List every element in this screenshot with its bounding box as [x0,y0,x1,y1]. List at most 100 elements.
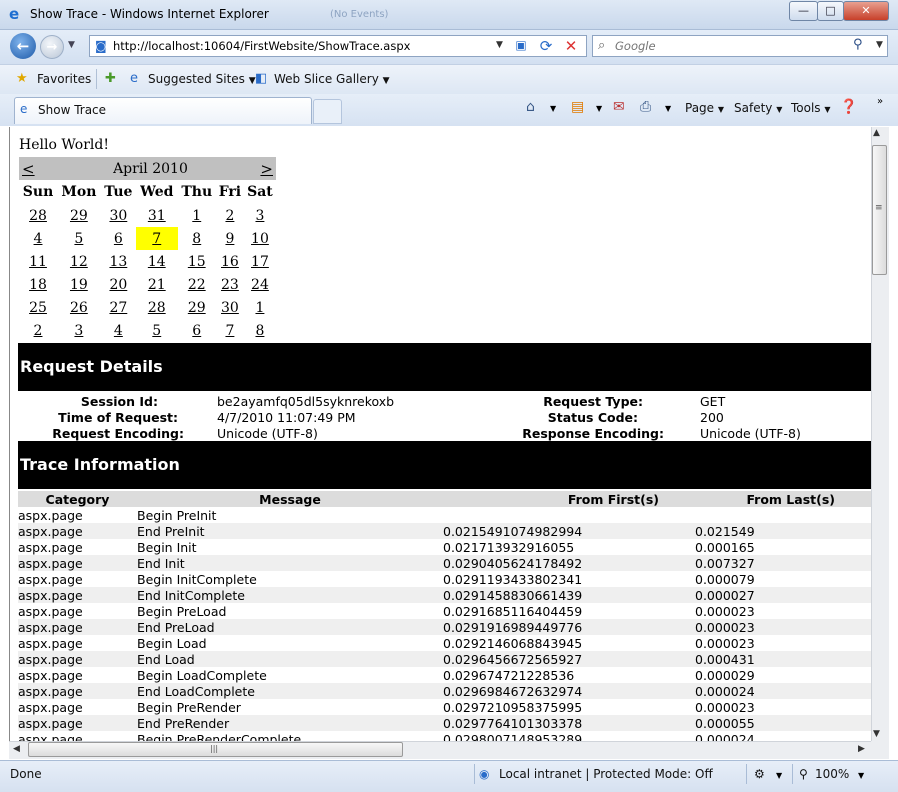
trace-from-last: 0.000055 [695,715,871,731]
safety-menu[interactable]: Safety ▼ [734,101,782,115]
tools-menu[interactable]: Tools ▼ [791,101,831,115]
page-menu[interactable]: Page ▼ [685,101,724,115]
scroll-left-icon[interactable]: ◀ [13,744,20,754]
calendar-day[interactable]: 23 [216,273,244,296]
next-month-link[interactable]: > [243,157,276,180]
trace-message: Begin PreRenderComplete [137,731,302,742]
calendar-day[interactable]: 29 [57,204,101,227]
zoom-level[interactable]: 100% [815,767,849,781]
trace-category: aspx.page [18,507,83,523]
prev-month-link[interactable]: < [19,157,58,180]
scroll-down-icon[interactable]: ▼ [873,729,880,739]
calendar-day[interactable]: 7 [216,319,244,342]
refresh-icon[interactable]: ⟳ [537,37,555,55]
trace-from-last: 0.000029 [695,667,755,683]
calendar-day[interactable]: 28 [19,204,57,227]
calendar-day[interactable]: 30 [216,296,244,319]
trace-from-first: 0.0297764101303378 [443,715,695,731]
new-tab-button[interactable] [313,99,342,124]
feeds-icon[interactable]: ▤ [571,99,584,115]
calendar-day[interactable]: 26 [57,296,101,319]
stop-icon[interactable]: ✕ [562,37,580,55]
trace-from-last: 0.000024 [695,731,755,742]
add-favorite-icon[interactable]: ✚ [105,71,116,86]
calendar-day[interactable]: 6 [178,319,216,342]
calendar-day-selected[interactable]: 7 [135,227,178,250]
calendar-day[interactable]: 2 [19,319,57,342]
print-icon[interactable]: ⎙ [640,99,651,115]
calendar-day[interactable]: 10 [244,227,276,250]
window-title: Show Trace - Windows Internet Explorer [30,7,269,21]
trace-from-first: 0.0291685116404459 [443,603,583,619]
close-button[interactable]: ✕ [843,1,889,21]
back-button[interactable]: ← [10,33,36,59]
safety-menu-label: Safety [734,101,773,115]
calendar-day[interactable]: 8 [178,227,216,250]
trace-category: aspx.page [18,523,137,539]
search-input[interactable] [615,39,835,53]
calendar-day[interactable]: 9 [216,227,244,250]
calendar-day[interactable]: 8 [244,319,276,342]
trace-row: aspx.page End LoadComplete 0.0296984672632… [18,683,871,699]
calendar-day[interactable]: 15 [178,250,216,273]
calendar-day[interactable]: 5 [57,227,101,250]
calendar-day[interactable]: 14 [136,250,178,273]
web-slice-gallery-link[interactable]: Web Slice Gallery ▼ [274,72,390,86]
suggested-sites-link[interactable]: Suggested Sites ▼ [148,72,256,86]
calendar-day[interactable]: 24 [244,273,276,296]
calendar-day[interactable]: 1 [244,296,276,319]
calendar-day[interactable]: 1 [178,204,216,227]
print-dropdown-icon[interactable]: ▼ [665,104,671,113]
calendar-day[interactable]: 25 [19,296,57,319]
title-ghost-text: (No Events) [330,9,389,20]
calendar-day[interactable]: 28 [136,296,178,319]
favorites-button[interactable]: Favorites [37,72,91,86]
calendar-day[interactable]: 22 [178,273,216,296]
home-dropdown-icon[interactable]: ▼ [550,104,556,113]
search-icon[interactable]: ⚲ [853,37,863,52]
more-commands-icon[interactable]: » [877,96,883,107]
calendar-day[interactable]: 3 [244,204,276,227]
trace-header-row: Category Message From First(s) From Last… [18,491,871,507]
calendar-day[interactable]: 11 [19,250,57,273]
calendar-day[interactable]: 13 [101,250,136,273]
feeds-dropdown-icon[interactable]: ▼ [596,104,602,113]
forward-button[interactable]: → [40,35,64,59]
search-options-dropdown[interactable]: ▼ [876,40,883,50]
calendar-day[interactable]: 4 [19,227,57,250]
home-icon[interactable]: ⌂ [526,99,535,115]
zoom-dropdown-icon[interactable]: ▼ [858,771,864,780]
calendar-day[interactable]: 21 [136,273,178,296]
minimize-button[interactable]: — [789,1,818,21]
calendar-day[interactable]: 2 [216,204,244,227]
address-url[interactable]: http://localhost:10604/FirstWebsite/Show… [113,39,410,53]
trace-row: aspx.page End PreLoad 0.0291916989449776 0.… [18,619,871,635]
calendar-day[interactable]: 4 [101,319,136,342]
calendar-day[interactable]: 30 [101,204,136,227]
chevron-down-icon[interactable]: ▼ [776,771,782,780]
calendar-day[interactable]: 31 [136,204,178,227]
protected-mode-icon[interactable]: ⚙ [754,767,765,781]
calendar-day[interactable]: 17 [244,250,276,273]
scroll-right-icon[interactable]: ▶ [858,744,865,754]
security-zone-text[interactable]: Local intranet | Protected Mode: Off [499,767,713,781]
help-icon[interactable]: ❓ [840,99,857,115]
recent-pages-dropdown[interactable]: ▼ [68,40,75,50]
calendar-day[interactable]: 16 [216,250,244,273]
calendar-day[interactable]: 19 [57,273,101,296]
calendar-day[interactable]: 20 [101,273,136,296]
calendar-day[interactable]: 18 [19,273,57,296]
calendar-week: 2345678 [19,319,276,342]
calendar-day[interactable]: 27 [101,296,136,319]
address-dropdown-icon[interactable]: ▼ [496,40,503,50]
calendar-day[interactable]: 12 [57,250,101,273]
day-header: Wed [140,184,174,200]
mail-icon[interactable]: ✉ [613,99,625,115]
calendar-day[interactable]: 5 [136,319,178,342]
scroll-up-icon[interactable]: ▲ [873,128,880,138]
calendar-day[interactable]: 29 [178,296,216,319]
maximize-button[interactable]: □ [817,1,844,21]
calendar-day[interactable]: 3 [57,319,101,342]
calendar-day[interactable]: 6 [101,227,136,250]
compatibility-view-icon[interactable]: ▣ [512,38,530,54]
